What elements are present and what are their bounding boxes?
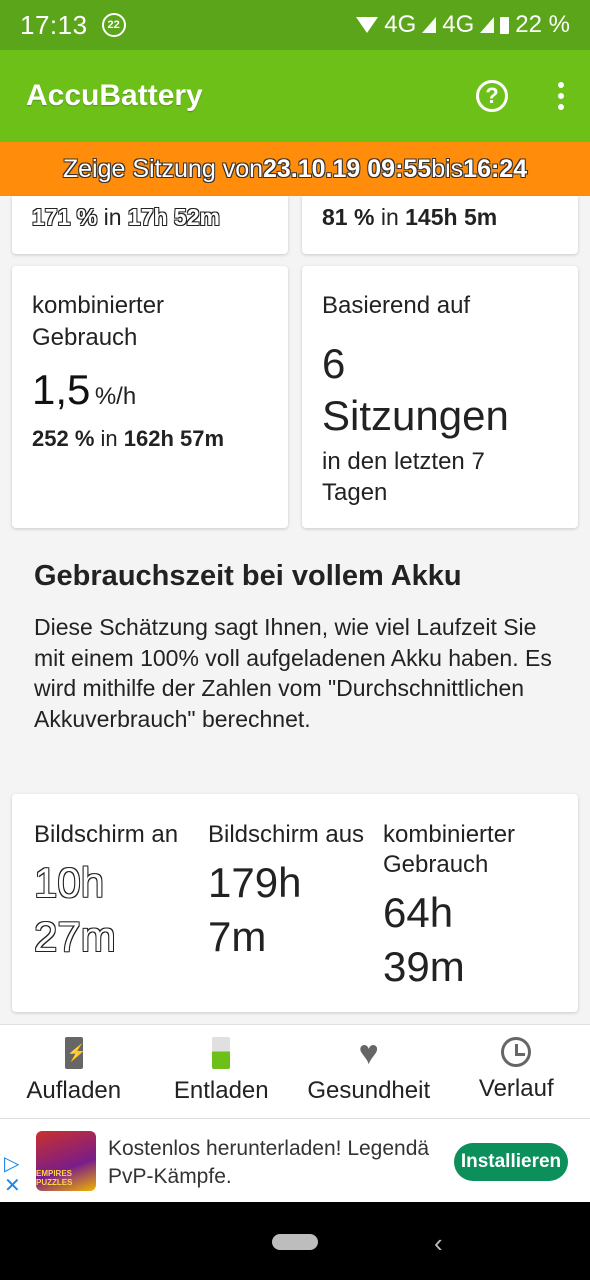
screen-off-runtime: Bildschirm aus 179h 7m (208, 820, 384, 964)
screen-off-label: Bildschirm aus (208, 821, 365, 848)
nav-label: Verlauf (478, 1075, 554, 1102)
usage-duration: 145h 5m (405, 204, 498, 230)
usage-value: 81 % (322, 204, 375, 230)
bottom-navigation: Aufladen Entladen ♥ Gesundheit Verlauf (0, 1024, 590, 1118)
screen-on-label: Bildschirm an (34, 821, 179, 848)
combined-runtime-label: kombinierter Gebrauch (383, 821, 516, 878)
banner-end: 16:24 (463, 154, 528, 183)
system-navigation-bar: ‹ (0, 1202, 590, 1280)
status-bar: 17:13 22 4G 4G 22 % (0, 0, 590, 50)
screen-on-runtime: Bildschirm an 10h 27m (34, 820, 204, 964)
banner-middle: bis (431, 154, 464, 183)
period-label: in den letzten 7 Tagen (322, 448, 485, 506)
ad-banner[interactable]: ▷ ✕ EMPIRES PUZZLES Kostenlos herunterla… (0, 1118, 590, 1202)
in-label: in (374, 204, 406, 230)
ad-text[interactable]: Kostenlos herunterladen! Legendä PvP-Käm… (108, 1135, 448, 1191)
app-bar: AccuBattery ? (0, 50, 590, 142)
battery-status-icon (500, 16, 510, 34)
section-title: Gebrauchszeit bei vollem Akku (34, 560, 462, 592)
battery-icon (212, 1037, 231, 1069)
network-label-2: 4G (442, 11, 475, 38)
combined-label: kombinierter Gebrauch (32, 292, 165, 351)
nav-label: Entladen (173, 1077, 269, 1104)
screen-on-usage-card: 171 % in 17h 52m (12, 196, 288, 254)
in-label: in (94, 426, 124, 451)
screen-on-hours: 10h (34, 859, 105, 906)
sessions-label: Sitzungen (322, 392, 509, 439)
rate-unit: %/h (94, 383, 137, 410)
nav-label: Gesundheit (307, 1077, 431, 1104)
in-label: in (97, 204, 128, 230)
section-description: Diese Schätzung sagt Ihnen, wie viel Lau… (34, 614, 552, 732)
combined-rate: 1,5 (32, 366, 91, 413)
status-icons: 4G 4G 22 % (356, 11, 570, 39)
adchoices-icon[interactable]: ▷ (4, 1153, 21, 1175)
combined-usage-card: kombinierter Gebrauch 1,5 %/h 252 % in 1… (12, 266, 288, 528)
signal-icon (422, 17, 437, 33)
nav-label: Aufladen (26, 1077, 122, 1104)
screen-off-hours: 179h (208, 859, 302, 906)
combined-duration: 162h 57m (123, 426, 225, 451)
screen-off-minutes: 7m (208, 913, 267, 960)
session-count: 6 (322, 340, 346, 387)
screen-off-usage-card: 81 % in 145h 5m (302, 196, 578, 254)
heart-icon: ♥ (358, 1034, 379, 1072)
based-on-label: Basierend auf (322, 292, 471, 319)
session-banner[interactable]: Zeige Sitzung von 23.10.19 09:55 bis 16:… (0, 142, 590, 196)
signal-icon-2 (480, 17, 495, 33)
clock: 17:13 (20, 9, 88, 40)
app-title: AccuBattery (26, 79, 203, 112)
combined-hours: 64h (383, 889, 454, 936)
nav-charge[interactable]: Aufladen (0, 1025, 148, 1118)
charging-battery-icon (64, 1037, 87, 1069)
wifi-icon (356, 17, 379, 33)
usage-duration: 17h 52m (127, 204, 220, 230)
screen-on-minutes: 27m (34, 913, 116, 960)
battery-percent: 22 % (515, 11, 570, 38)
ad-thumbnail[interactable]: EMPIRES PUZZLES (36, 1131, 96, 1191)
combined-runtime: kombinierter Gebrauch 64h 39m (383, 820, 563, 994)
combined-value: 252 % (32, 426, 95, 451)
close-icon[interactable]: ✕ (4, 1175, 21, 1197)
usage-value: 171 % (32, 204, 98, 230)
more-vert-icon[interactable] (558, 82, 564, 110)
nav-health[interactable]: ♥ Gesundheit (295, 1025, 443, 1118)
help-icon[interactable]: ? (476, 80, 508, 112)
banner-prefix: Zeige Sitzung von (62, 154, 263, 183)
back-icon[interactable]: ‹ (434, 1228, 443, 1259)
history-icon (501, 1037, 532, 1067)
home-pill[interactable] (272, 1234, 318, 1250)
nav-history[interactable]: Verlauf (443, 1025, 590, 1118)
combined-minutes: 39m (383, 943, 465, 990)
network-label: 4G (384, 11, 417, 38)
based-on-card: Basierend auf 6 Sitzungen in den letzten… (302, 266, 578, 528)
banner-start: 23.10.19 09:55 (263, 154, 432, 183)
notification-badge: 22 (101, 13, 126, 37)
install-button[interactable]: Installieren (454, 1143, 568, 1181)
nav-discharge[interactable]: Entladen (148, 1025, 296, 1118)
